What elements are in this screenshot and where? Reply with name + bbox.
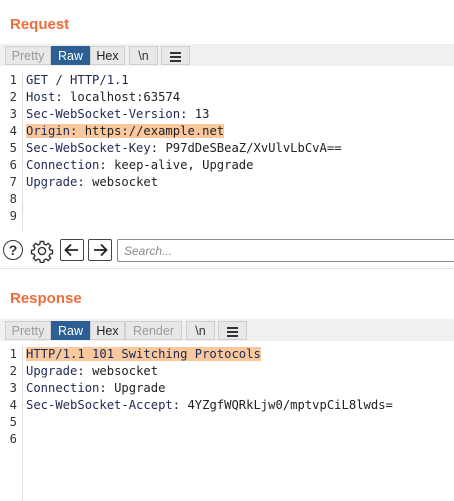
arrow-right-icon <box>94 243 108 257</box>
header-name: Sec-WebSocket-Version <box>26 107 181 121</box>
response-title: Response <box>10 290 82 307</box>
response-tab-pretty[interactable]: Pretty <box>5 321 51 340</box>
code-line: HTTP/1.1 101 Switching Protocols <box>26 346 393 363</box>
code-line: Host: localhost:63574 <box>26 90 181 104</box>
code-line: Connection: Upgrade <box>26 381 166 395</box>
code-line: GET / HTTP/1.1 <box>26 72 342 89</box>
request-search-toolbar: ? <box>0 236 454 266</box>
back-button[interactable] <box>60 239 84 261</box>
line-number: 5 <box>9 141 17 155</box>
request-newline-toggle[interactable]: \n <box>129 46 158 65</box>
line-number: 7 <box>9 175 17 189</box>
header-value: keep-alive, Upgrade <box>114 158 254 172</box>
line-number: 3 <box>9 107 17 121</box>
line-number: 8 <box>9 192 17 206</box>
request-line-numbers: 1 2 3 4 5 6 7 8 9 <box>0 72 19 225</box>
code-line: Origin: https://example.net <box>26 124 225 138</box>
line-number: 1 <box>9 73 17 87</box>
header-value: Upgrade <box>114 381 166 395</box>
header-value: websocket <box>92 175 159 189</box>
response-line-numbers: 1 2 3 4 5 6 <box>0 346 19 448</box>
header-name: GET / HTTP/1.1 <box>26 73 129 87</box>
response-tab-raw[interactable]: Raw <box>51 321 90 340</box>
line-number: 3 <box>9 381 17 395</box>
request-title: Request <box>10 16 70 33</box>
request-editor[interactable]: 1 2 3 4 5 6 7 8 9 GET / HTTP/1.1 Host: localhost:… <box>0 72 454 232</box>
response-tab-render[interactable]: Render <box>125 321 182 340</box>
header-name: HTTP/1.1 101 Switching Protocols <box>26 347 261 361</box>
header-name: Upgrade <box>26 364 78 378</box>
line-number: 2 <box>9 364 17 378</box>
header-name: Connection <box>26 158 100 172</box>
header-value: 4YZgfWQRkLjw0/mptvpCiL8lwds= <box>187 398 393 412</box>
response-tabbar: Pretty Raw Hex Render \n <box>0 319 454 341</box>
line-number: 2 <box>9 90 17 104</box>
header-name: Sec-WebSocket-Key <box>26 141 151 155</box>
line-number: 9 <box>9 209 17 223</box>
request-tab-raw[interactable]: Raw <box>51 46 90 65</box>
header-value: 13 <box>194 107 210 121</box>
response-tab-hex[interactable]: Hex <box>90 321 125 340</box>
code-line: Sec-WebSocket-Accept: 4YZgfWQRkLjw0/mptv… <box>26 398 393 412</box>
code-line: Sec-WebSocket-Version: 13 <box>26 107 210 121</box>
settings-button[interactable] <box>30 239 54 264</box>
header-name: Sec-WebSocket-Accept <box>26 398 173 412</box>
code-line: Upgrade: websocket <box>26 175 159 189</box>
forward-button[interactable] <box>88 239 112 261</box>
request-menu-button[interactable] <box>161 46 190 65</box>
code-line: Connection: keep-alive, Upgrade <box>26 158 254 172</box>
panel-divider <box>0 268 454 269</box>
header-value: localhost:63574 <box>70 90 181 104</box>
response-editor[interactable]: 1 2 3 4 5 6 HTTP/1.1 101 Switching Protocols U… <box>0 346 454 501</box>
header-value: P97dDeSBeaZ/XvUlvLbCvA== <box>165 141 342 155</box>
response-menu-button[interactable] <box>218 321 247 340</box>
request-tabbar: Pretty Raw Hex \n <box>0 44 454 66</box>
response-code[interactable]: HTTP/1.1 101 Switching Protocols Upgrade:… <box>26 346 393 448</box>
header-name: Upgrade <box>26 175 78 189</box>
response-newline-toggle[interactable]: \n <box>186 321 215 340</box>
line-number: 4 <box>9 398 17 412</box>
header-value: https://example.net <box>84 124 225 138</box>
help-button[interactable]: ? <box>3 240 23 260</box>
line-number: 6 <box>9 432 17 446</box>
line-number: 5 <box>9 415 17 429</box>
request-tab-pretty[interactable]: Pretty <box>5 46 51 65</box>
code-line: Sec-WebSocket-Key: P97dDeSBeaZ/XvUlvLbCv… <box>26 141 342 155</box>
line-number: 6 <box>9 158 17 172</box>
header-name: Host <box>26 90 56 104</box>
line-number: 1 <box>9 347 17 361</box>
header-value: websocket <box>92 364 159 378</box>
header-name: Origin <box>26 124 71 138</box>
request-code[interactable]: GET / HTTP/1.1 Host: localhost:63574 Sec-W… <box>26 72 342 225</box>
line-number: 4 <box>9 124 17 138</box>
gear-icon <box>30 240 54 264</box>
request-tab-hex[interactable]: Hex <box>90 46 125 65</box>
code-line: Upgrade: websocket <box>26 364 159 378</box>
search-input[interactable] <box>117 239 454 262</box>
header-name: Connection <box>26 381 100 395</box>
arrow-left-icon <box>64 243 78 257</box>
help-icon: ? <box>8 242 18 258</box>
